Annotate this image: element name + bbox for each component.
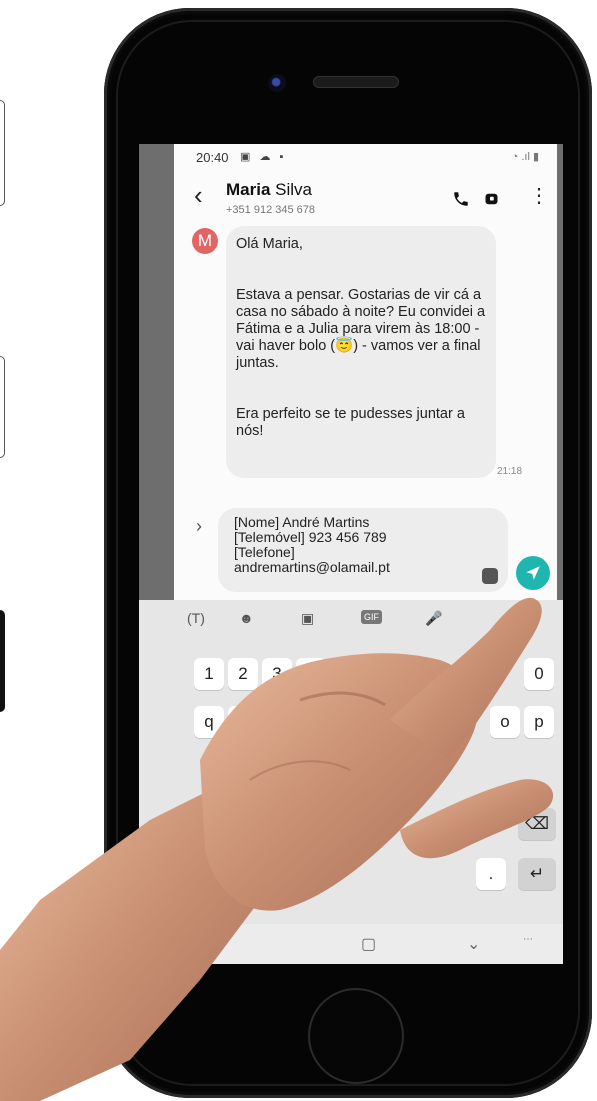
sticker-icon[interactable]: ▣: [301, 610, 314, 627]
signal-battery-icon: ◔ .ıl ▮: [511, 151, 539, 163]
mic-icon[interactable]: 🎤: [425, 610, 442, 627]
key-3[interactable]: 3: [262, 658, 292, 690]
key-0[interactable]: 0: [524, 658, 554, 690]
send-icon: [526, 566, 540, 580]
message-greeting: Olá Maria,: [236, 236, 303, 252]
status-time: 20:40: [196, 150, 229, 165]
gif-icon[interactable]: GIF: [361, 610, 382, 624]
key-q[interactable]: q: [194, 706, 224, 738]
sticker-icon[interactable]: [482, 568, 498, 584]
key-4[interactable]: 4: [296, 658, 326, 690]
phone-side-button-top: [0, 100, 5, 206]
compose-input[interactable]: [Nome] André Martins [Telemóvel] 923 456…: [218, 508, 508, 592]
contact-name: Maria Silva: [226, 180, 312, 200]
contact-first-name: Maria: [226, 180, 271, 199]
message-paragraph-1: Estava a pensar. Gostarias de vir cá a c…: [236, 287, 486, 371]
conversation-header: ‹ Maria Silva +351 912 345 678 ⋮: [174, 172, 557, 224]
key-period[interactable]: .: [476, 858, 506, 890]
home-button[interactable]: [308, 988, 404, 1084]
keyboard: (T) ☻ ▣ GIF 🎤 ⋯ 1 2 3 4 0 q w o p a ⌫ .: [139, 600, 563, 964]
expand-options-icon[interactable]: ›: [196, 516, 202, 537]
key-w[interactable]: w: [228, 706, 258, 738]
home-nav-icon[interactable]: ▢: [361, 934, 376, 954]
compose-line-1: [Nome] André Martins: [234, 514, 370, 530]
incoming-message-bubble[interactable]: Olá Maria, Estava a pensar. Gostarias de…: [226, 226, 496, 478]
contact-phone: +351 912 345 678: [226, 204, 316, 216]
key-2[interactable]: 2: [228, 658, 258, 690]
enter-key[interactable]: ↵: [518, 858, 556, 890]
phone-side-button-middle: [0, 356, 5, 458]
avatar[interactable]: M: [192, 228, 218, 254]
compose-line-4: andremartins@olamail.pt: [234, 559, 390, 575]
backspace-key[interactable]: ⌫: [518, 808, 556, 840]
key-1[interactable]: 1: [194, 658, 224, 690]
more-icon[interactable]: ⋯: [527, 610, 541, 627]
phone-side-button-bottom: [0, 610, 5, 712]
key-o[interactable]: o: [490, 706, 520, 738]
notification-icons: ▣ ☁ ▪: [240, 151, 287, 163]
status-bar: 20:40 ▣ ☁ ▪ ◔ .ıl ▮: [174, 144, 557, 172]
compose-line-3: [Telefone]: [234, 544, 295, 560]
system-nav-bar: ▢ ⌄ ⋯: [139, 924, 563, 964]
earpiece-speaker: [313, 76, 399, 88]
hide-keyboard-icon[interactable]: ⌄: [467, 934, 480, 954]
keyboard-switch-icon[interactable]: ⋯: [523, 934, 533, 945]
call-icon[interactable]: [452, 190, 470, 208]
key-p[interactable]: p: [524, 706, 554, 738]
message-paragraph-2: Era perfeito se te pudesses juntar a nós…: [236, 406, 465, 439]
video-icon[interactable]: [484, 190, 502, 208]
message-time: 21:18: [497, 466, 523, 477]
front-camera: [268, 74, 286, 92]
compose-line-2: [Telemóvel] 923 456 789: [234, 529, 387, 545]
emoji-icon[interactable]: ☻: [239, 610, 254, 626]
key-a[interactable]: a: [208, 756, 238, 788]
back-icon[interactable]: ‹: [194, 182, 203, 208]
phone-screen: 20:40 ▣ ☁ ▪ ◔ .ıl ▮ ‹ Maria Silva +351 9…: [139, 144, 563, 964]
sync-icon[interactable]: (T): [187, 610, 205, 626]
more-options-icon[interactable]: ⋮: [529, 186, 549, 206]
keyboard-toolbar: (T) ☻ ▣ GIF 🎤 ⋯: [139, 600, 563, 636]
contact-last-name: Silva: [275, 180, 313, 199]
send-button[interactable]: [516, 556, 550, 590]
